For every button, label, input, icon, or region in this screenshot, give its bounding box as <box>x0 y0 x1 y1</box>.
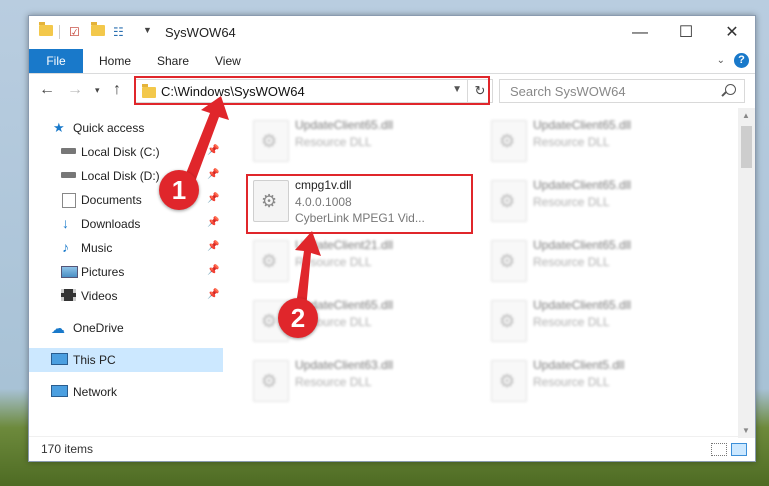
annotation-arrows <box>181 96 321 321</box>
step-2-badge: 2 <box>278 298 318 338</box>
step-1-badge: 1 <box>159 170 199 210</box>
